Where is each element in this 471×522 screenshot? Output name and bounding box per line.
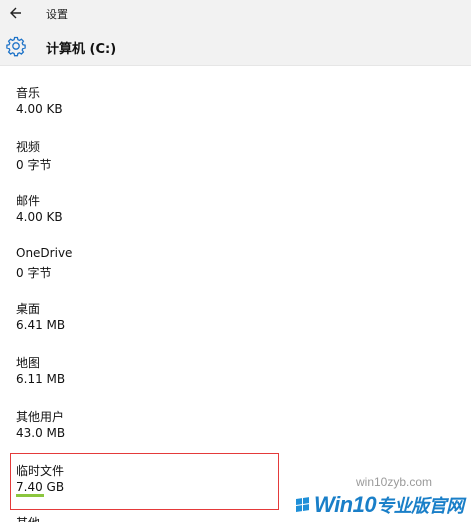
storage-item-other-users[interactable]: 其他用户 43.0 MB <box>0 408 300 458</box>
watermark-site: win10zyb.com <box>356 475 433 489</box>
app-title: 设置 <box>46 8 68 21</box>
back-button[interactable] <box>6 3 28 23</box>
storage-item-music[interactable]: 音乐 4.00 KB <box>0 84 300 134</box>
item-size: 6.41 MB <box>16 318 66 332</box>
storage-item-onedrive[interactable]: OneDrive 0 字节 <box>0 246 300 296</box>
usage-bar <box>16 494 246 497</box>
item-size: 0 字节 <box>16 266 52 280</box>
windows-logo-icon <box>296 497 310 513</box>
storage-item-mail[interactable]: 邮件 4.00 KB <box>0 192 300 242</box>
item-name: 桌面 <box>16 302 41 316</box>
watermark: Win10专业版官网 <box>296 490 464 520</box>
item-size: 0 字节 <box>16 158 52 172</box>
storage-item-other[interactable]: 其他 <box>16 514 40 522</box>
item-name: 音乐 <box>16 86 41 100</box>
page-title: 计算机 (C:) <box>46 42 117 57</box>
item-size: 4.00 KB <box>16 210 63 224</box>
title-bar: 设置 <box>0 0 471 26</box>
item-name: 邮件 <box>16 194 41 208</box>
item-size: 43.0 MB <box>16 426 66 440</box>
page-header: 计算机 (C:) <box>0 26 471 66</box>
item-size: 6.11 MB <box>16 372 66 386</box>
gear-icon <box>5 35 27 57</box>
storage-item-desktop[interactable]: 桌面 6.41 MB <box>0 300 300 350</box>
item-size: 4.00 KB <box>16 102 63 116</box>
arrow-left-icon <box>10 7 21 19</box>
storage-item-maps[interactable]: 地图 6.11 MB <box>0 354 300 404</box>
highlight-box <box>10 453 279 510</box>
item-name: 地图 <box>16 356 41 370</box>
item-name: OneDrive <box>16 246 73 260</box>
item-name: 视频 <box>16 140 41 154</box>
watermark-brand: Win10专业版官网 <box>314 492 464 517</box>
item-name: 其他用户 <box>16 410 65 424</box>
usage-bar-fill <box>16 494 44 497</box>
storage-item-videos[interactable]: 视频 0 字节 <box>0 138 300 188</box>
